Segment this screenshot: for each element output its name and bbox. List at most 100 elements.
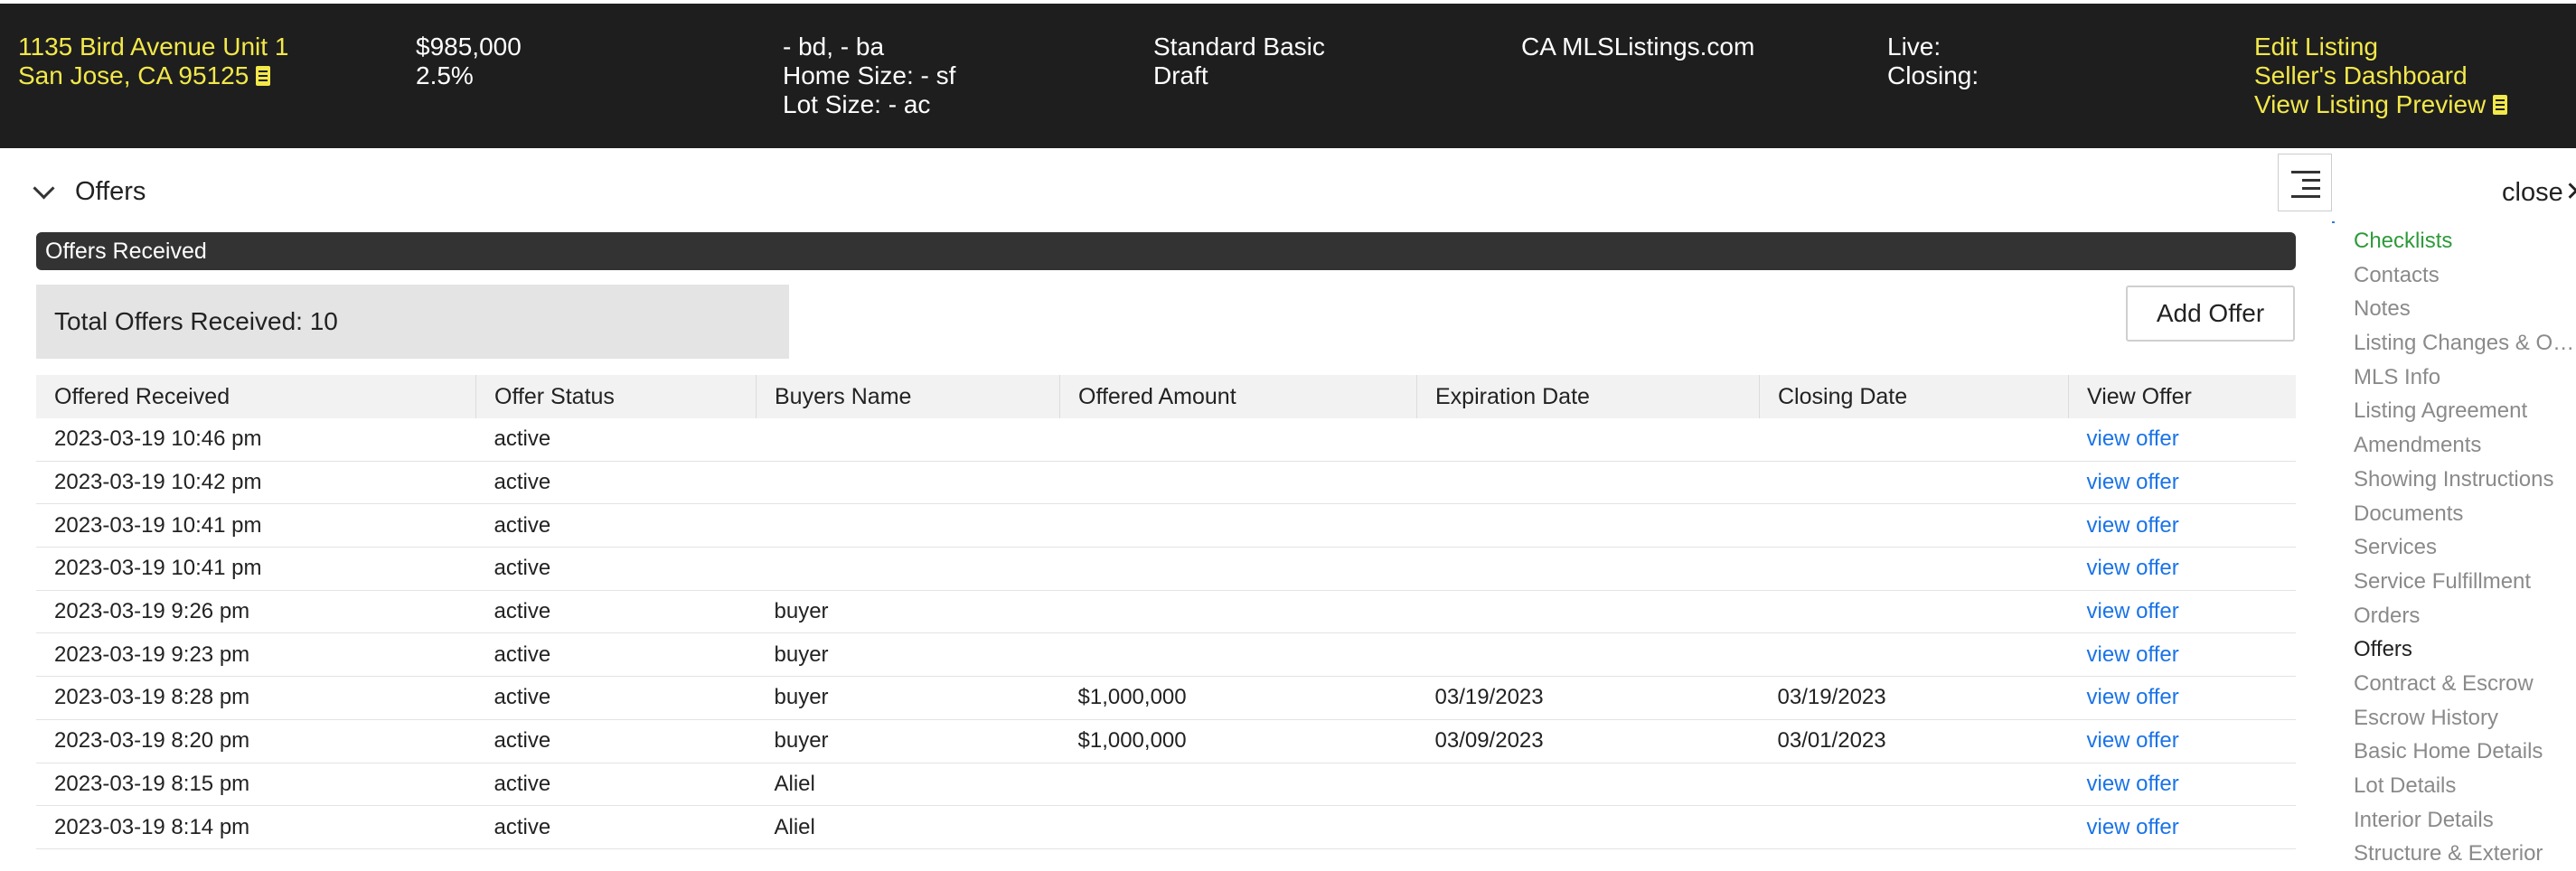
table-cell (1059, 547, 1417, 591)
sidebar-item-notes[interactable]: Notes (2336, 292, 2576, 326)
table-row: 2023-03-19 8:15 pm active Aliel view offer (36, 763, 2296, 807)
table-cell: 03/19/2023 (1759, 676, 2069, 720)
sidebar-item-documents[interactable]: Documents (2336, 497, 2576, 531)
side-nav-indicator (2332, 221, 2576, 223)
table-row: 2023-03-19 10:41 pm active view offer (36, 547, 2296, 591)
table-cell (756, 418, 1060, 462)
sidebar-item-showing-instructions[interactable]: Showing Instructions (2336, 463, 2576, 497)
table-cell: $1,000,000 (1059, 676, 1417, 720)
section-title: Offers (75, 176, 146, 206)
view-offer-cell: view offer (2068, 418, 2296, 462)
sidebar-item-structure-exterior[interactable]: Structure & Exterior (2336, 837, 2576, 871)
table-cell (1759, 590, 2069, 634)
edit-listing-link[interactable]: Edit Listing (2254, 33, 2507, 61)
listing-price: $985,000 (416, 33, 522, 61)
column-header: Offer Status (475, 375, 757, 418)
view-offer-cell: view offer (2068, 763, 2296, 807)
table-cell (756, 503, 1060, 548)
sidebar-item-escrow-history[interactable]: Escrow History (2336, 701, 2576, 735)
sidebar-item-orders[interactable]: Orders (2336, 599, 2576, 633)
view-offer-link[interactable]: view offer (2087, 728, 2179, 753)
table-row: 2023-03-19 10:46 pm active view offer (36, 418, 2296, 462)
table-cell: 2023-03-19 9:26 pm (36, 590, 476, 634)
side-nav-list: Checklists Contacts Notes Listing Changes &… (2336, 224, 2576, 871)
sidebar-item-basic-home-details[interactable]: Basic Home Details (2336, 735, 2576, 769)
column-header: Closing Date (1759, 375, 2069, 418)
view-offer-link[interactable]: view offer (2087, 470, 2179, 494)
table-cell: active (475, 503, 757, 548)
sidebar-item-listing-changes-offers[interactable]: Listing Changes & Offers (2336, 326, 2576, 361)
table-cell: active (475, 763, 757, 807)
table-cell (756, 461, 1060, 505)
beds-baths: - bd, - ba (783, 33, 885, 61)
chevron-down-icon[interactable] (33, 176, 55, 200)
table-row: 2023-03-19 8:20 pm active buyer $1,000,000 0… (36, 719, 2296, 763)
table-row: 2023-03-19 8:14 pm active Aliel view offer (36, 805, 2296, 849)
offers-section-header[interactable]: Offers (33, 173, 146, 210)
view-offer-link[interactable]: view offer (2087, 815, 2179, 839)
total-offers-count: Total Offers Received: 10 (36, 285, 789, 359)
table-cell (1416, 503, 1760, 548)
table-cell (1059, 590, 1417, 634)
sellers-dashboard-link[interactable]: Seller's Dashboard (2254, 61, 2507, 90)
plan-name: Standard Basic (1153, 33, 1325, 61)
sidebar-item-lot-details[interactable]: Lot Details (2336, 769, 2576, 803)
copy-document-icon[interactable] (256, 66, 271, 86)
view-offer-cell: view offer (2068, 547, 2296, 591)
table-header-row: Offered Received Offer Status Buyers Nam… (36, 375, 2296, 418)
table-cell: 03/09/2023 (1416, 719, 1760, 763)
preview-document-icon[interactable] (2493, 95, 2508, 115)
table-cell: Aliel (756, 805, 1060, 849)
table-row: 2023-03-19 10:42 pm active view offer (36, 461, 2296, 505)
table-cell: active (475, 461, 757, 505)
table-cell: active (475, 805, 757, 849)
column-header: Offered Received (36, 375, 476, 418)
live-label: Live: (1887, 33, 1941, 61)
address-line1[interactable]: 1135 Bird Avenue Unit 1 (18, 33, 288, 61)
view-offer-link[interactable]: view offer (2087, 556, 2179, 580)
sidebar-item-amendments[interactable]: Amendments (2336, 428, 2576, 463)
commission-rate: 2.5% (416, 61, 474, 89)
view-offer-cell: view offer (2068, 719, 2296, 763)
sidebar-item-mls-info[interactable]: MLS Info (2336, 361, 2576, 395)
table-cell (1416, 805, 1760, 849)
view-offer-cell: view offer (2068, 632, 2296, 678)
view-offer-link[interactable]: view offer (2087, 642, 2179, 667)
sidebar-item-listing-agreement[interactable]: Listing Agreement (2336, 394, 2576, 428)
sidebar-item-offers[interactable]: Offers (2336, 632, 2576, 667)
table-cell: $1,000,000 (1059, 719, 1417, 763)
table-row: 2023-03-19 9:26 pm active buyer view offer (36, 590, 2296, 634)
sidebar-item-service-fulfillment[interactable]: Service Fulfillment (2336, 565, 2576, 599)
table-cell: 03/19/2023 (1416, 676, 1760, 720)
table-cell: 2023-03-19 8:14 pm (36, 805, 476, 849)
sidebar-item-interior-details[interactable]: Interior Details (2336, 803, 2576, 838)
close-panel-button[interactable]: close✕ (2502, 176, 2576, 208)
table-cell: 2023-03-19 10:41 pm (36, 547, 476, 591)
address-line2[interactable]: San Jose, CA 95125 (18, 61, 249, 89)
sidebar-item-services[interactable]: Services (2336, 530, 2576, 565)
listing-header: 1135 Bird Avenue Unit 1 San Jose, CA 951… (0, 0, 2576, 148)
sidebar-item-contract-escrow[interactable]: Contract & Escrow (2336, 667, 2576, 701)
view-offer-link[interactable]: view offer (2087, 772, 2179, 796)
view-offer-link[interactable]: view offer (2087, 599, 2179, 623)
view-offer-link[interactable]: view offer (2087, 685, 2179, 709)
lot-size: Lot Size: - ac (783, 90, 931, 118)
add-offer-button[interactable]: Add Offer (2126, 286, 2295, 342)
table-cell: 2023-03-19 10:41 pm (36, 503, 476, 548)
table-cell (1416, 632, 1760, 678)
table-cell: 2023-03-19 10:42 pm (36, 461, 476, 505)
sidebar-item-checklists[interactable]: Checklists (2336, 224, 2576, 258)
table-cell (1759, 805, 2069, 849)
table-cell (1759, 461, 2069, 505)
view-offer-link[interactable]: view offer (2087, 426, 2179, 451)
view-offer-link[interactable]: view offer (2087, 513, 2179, 538)
sidebar-item-contacts[interactable]: Contacts (2336, 258, 2576, 293)
table-cell: 03/01/2023 (1759, 719, 2069, 763)
table-cell (1416, 461, 1760, 505)
close-icon[interactable]: ✕ (2565, 177, 2576, 207)
panel-toggle-button[interactable] (2278, 154, 2332, 211)
table-cell: active (475, 719, 757, 763)
table-cell (1416, 418, 1760, 462)
column-header: Buyers Name (756, 375, 1060, 418)
view-listing-preview-link[interactable]: View Listing Preview (2254, 90, 2486, 118)
